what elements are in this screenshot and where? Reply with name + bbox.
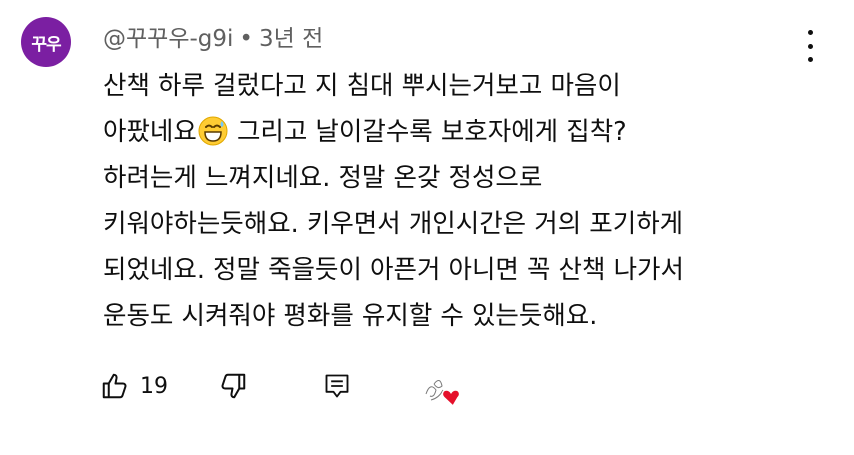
like-count: 19 — [140, 373, 168, 399]
reply-icon — [325, 374, 349, 398]
more-vert-icon-dot — [807, 43, 813, 49]
thumbs-up-icon — [102, 373, 127, 399]
comment-line-part: 그리고 날이갈수록 보호자에게 집착? — [228, 117, 627, 147]
thumbs-down-icon — [221, 373, 246, 399]
comment-line: 하려는게 느껴지네요. 정말 온갖 정성으로 — [103, 163, 543, 193]
avatar-initials: 꾸우 — [31, 34, 61, 55]
header-separator: • — [239, 26, 253, 52]
comment-line: 되었네요. 정말 죽을듯이 아픈거 아니면 꼭 산책 나가서 — [103, 255, 684, 285]
comment-header: @꾸꾸우-g9i • 3년 전 — [103, 24, 323, 54]
comment-line: 키워야하는듯해요. 키우면서 개인시간은 거의 포기하게 — [103, 209, 684, 239]
comment-line-part: 아팠네요 — [103, 117, 197, 147]
more-options-button[interactable] — [800, 30, 820, 62]
comment-line: 운동도 시켜줘야 평화를 유지할 수 있는듯해요. — [103, 301, 598, 331]
author-handle[interactable]: @꾸꾸우-g9i — [103, 26, 233, 52]
comment-text: 산책 하루 걸렀다고 지 침대 뿌시는거보고 마음이 아팠네요 그리고 날이갈수… — [103, 63, 823, 339]
posted-time[interactable]: 3년 전 — [259, 26, 323, 52]
dislike-button[interactable] — [218, 366, 248, 406]
grinning-sweat-emoji-icon — [198, 116, 228, 146]
avatar[interactable]: 꾸우 — [21, 17, 71, 67]
creator-heart-icon — [425, 380, 461, 408]
like-button[interactable]: 19 — [100, 366, 168, 406]
comment-line: 아팠네요 그리고 날이갈수록 보호자에게 집착? — [103, 109, 823, 155]
comment-card: 꾸우 @꾸꾸우-g9i • 3년 전 산책 하루 걸렀다고 지 침대 뿌시는거보고 … — [0, 0, 854, 455]
comment-line: 산책 하루 걸렀다고 지 침대 뿌시는거보고 마음이 — [103, 71, 621, 101]
more-vert-icon — [807, 30, 813, 35]
reply-button[interactable] — [323, 366, 351, 406]
more-vert-icon-dot — [807, 57, 813, 62]
creator-heart-badge[interactable] — [422, 370, 466, 410]
